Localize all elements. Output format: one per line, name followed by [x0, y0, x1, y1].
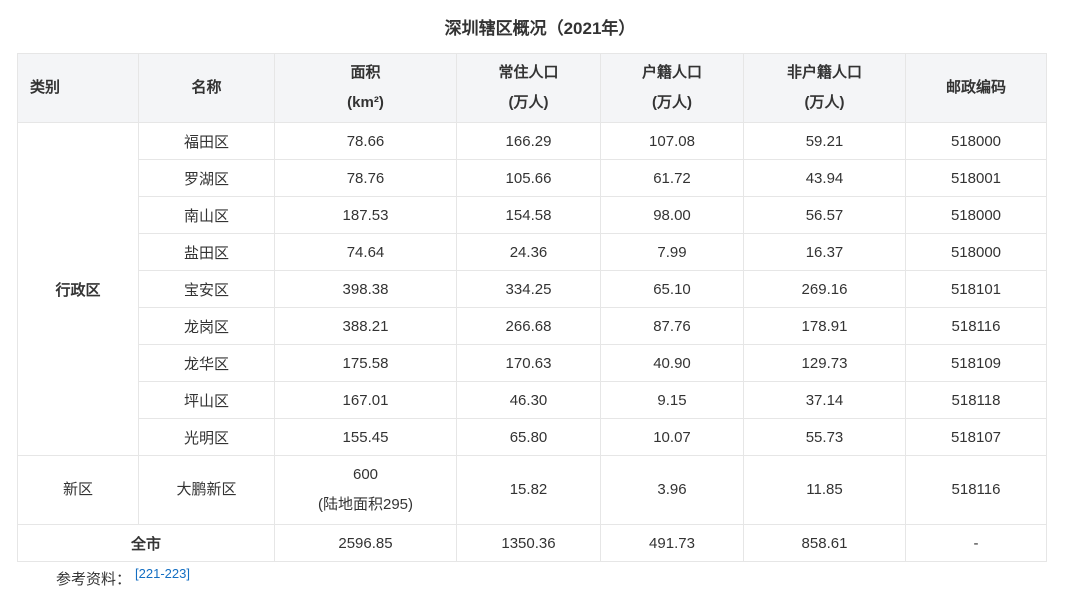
cell-postal: 518000	[905, 196, 1047, 234]
cell-resident: 266.68	[456, 307, 601, 345]
total-postal: -	[905, 524, 1047, 562]
cell-registered: 65.10	[600, 270, 744, 308]
cell-area: 167.01	[274, 381, 457, 419]
cell-postal: 518101	[905, 270, 1047, 308]
header-non-registered: 非户籍人口 (万人)	[743, 53, 906, 123]
header-row: 类别 名称 面积 (km²) 常住人口 (万人) 户籍人口 (万人) 非户籍人口 (万人…	[17, 53, 1047, 123]
cell-non-registered: 37.14	[743, 381, 906, 419]
table-row: 行政区 福田区 78.66 166.29 107.08 59.21 518000	[17, 122, 1047, 456]
cell-non-registered: 129.73	[743, 344, 906, 382]
cell-postal: 518116	[905, 455, 1047, 525]
cell-non-registered: 43.94	[743, 159, 906, 197]
district-name-link[interactable]: 福田区	[138, 122, 275, 160]
table-row: 坪山区 167.01 46.30 9.15 37.14 518118	[18, 381, 1047, 419]
cell-resident: 334.25	[456, 270, 601, 308]
cell-area: 74.64	[274, 233, 457, 271]
table-row: 盐田区 74.64 24.36 7.99 16.37 518000	[18, 233, 1047, 271]
cell-resident: 65.80	[456, 418, 601, 456]
cell-postal: 518000	[905, 233, 1047, 271]
cell-non-registered: 269.16	[743, 270, 906, 308]
cell-resident: 105.66	[456, 159, 601, 197]
table-row: 宝安区 398.38 334.25 65.10 269.16 518101	[18, 270, 1047, 308]
cell-area: 155.45	[274, 418, 457, 456]
cell-postal: 518116	[905, 307, 1047, 345]
cell-non-registered: 59.21	[743, 122, 906, 160]
cell-registered: 9.15	[600, 381, 744, 419]
reference-link[interactable]: [221-223]	[135, 566, 190, 581]
total-label: 全市	[17, 524, 275, 562]
table-row: 龙岗区 388.21 266.68 87.76 178.91 518116	[18, 307, 1047, 345]
table-row: 光明区 155.45 65.80 10.07 55.73 518107	[18, 418, 1047, 456]
cell-non-registered: 16.37	[743, 233, 906, 271]
cell-area: 398.38	[274, 270, 457, 308]
cell-area: 600 (陆地面积295)	[274, 455, 457, 525]
table-row: 新区 大鹏新区 600 (陆地面积295) 15.82 3.96 11.85 518116	[17, 455, 1047, 525]
cell-non-registered: 178.91	[743, 307, 906, 345]
table-row: 南山区 187.53 154.58 98.00 56.57 518000	[18, 196, 1047, 234]
cell-registered: 3.96	[600, 455, 744, 525]
cell-postal: 518109	[905, 344, 1047, 382]
cell-postal: 518107	[905, 418, 1047, 456]
cell-resident: 170.63	[456, 344, 601, 382]
total-registered: 491.73	[600, 524, 744, 562]
table-caption: 深圳辖区概况（2021年）	[444, 19, 636, 38]
cell-resident: 15.82	[456, 455, 601, 525]
cell-registered: 40.90	[600, 344, 744, 382]
header-name: 名称	[138, 53, 275, 123]
cell-registered: 87.76	[600, 307, 744, 345]
cell-postal: 518118	[905, 381, 1047, 419]
cell-registered: 10.07	[600, 418, 744, 456]
cell-postal: 518000	[905, 122, 1047, 160]
district-name-link[interactable]: 大鹏新区	[138, 455, 275, 525]
header-resident: 常住人口 (万人)	[456, 53, 601, 123]
cell-registered: 98.00	[600, 196, 744, 234]
cell-area: 78.66	[274, 122, 457, 160]
total-resident: 1350.36	[456, 524, 601, 562]
district-name-link[interactable]: 龙岗区	[138, 307, 275, 345]
category-new: 新区	[17, 455, 139, 525]
cell-non-registered: 11.85	[743, 455, 906, 525]
district-name-link[interactable]: 光明区	[138, 418, 275, 456]
cell-non-registered: 55.73	[743, 418, 906, 456]
cell-non-registered: 56.57	[743, 196, 906, 234]
district-name-link[interactable]: 罗湖区	[138, 159, 275, 197]
cell-area: 187.53	[274, 196, 457, 234]
header-postal: 邮政编码	[905, 53, 1047, 123]
cell-resident: 46.30	[456, 381, 601, 419]
table-row: 罗湖区 78.76 105.66 61.72 43.94 518001	[18, 159, 1047, 197]
reference: 参考资料： [221-223]	[56, 566, 190, 589]
cell-postal: 518001	[905, 159, 1047, 197]
cell-registered: 107.08	[600, 122, 744, 160]
district-name-link[interactable]: 南山区	[138, 196, 275, 234]
table-row: 龙华区 175.58 170.63 40.90 129.73 518109	[18, 344, 1047, 382]
header-area: 面积 (km²)	[274, 53, 457, 123]
cell-area: 388.21	[274, 307, 457, 345]
cell-registered: 7.99	[600, 233, 744, 271]
category-admin: 行政区	[17, 122, 139, 456]
total-area: 2596.85	[274, 524, 457, 562]
districts-table: 类别 名称 面积 (km²) 常住人口 (万人) 户籍人口 (万人) 非户籍人口 (万人…	[17, 53, 1047, 562]
district-name-link[interactable]: 盐田区	[138, 233, 275, 271]
cell-area: 175.58	[274, 344, 457, 382]
district-name-link[interactable]: 坪山区	[138, 381, 275, 419]
cell-area: 78.76	[274, 159, 457, 197]
district-name-link[interactable]: 宝安区	[138, 270, 275, 308]
total-row: 全市 2596.85 1350.36 491.73 858.61-	[17, 524, 1047, 562]
header-category: 类别	[17, 53, 139, 123]
district-name-link[interactable]: 龙华区	[138, 344, 275, 382]
cell-registered: 61.72	[600, 159, 744, 197]
reference-label: 参考资料：	[56, 571, 132, 588]
cell-resident: 154.58	[456, 196, 601, 234]
cell-resident: 166.29	[456, 122, 601, 160]
cell-resident: 24.36	[456, 233, 601, 271]
total-non-registered: 858.61	[743, 524, 906, 562]
header-registered: 户籍人口 (万人)	[600, 53, 744, 123]
